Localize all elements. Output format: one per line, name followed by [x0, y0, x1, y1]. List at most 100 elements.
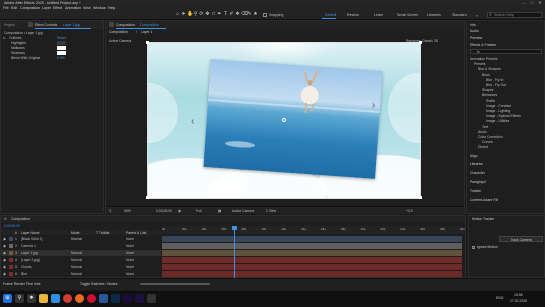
premiere-icon[interactable]: [123, 294, 132, 303]
effects-tree-item[interactable]: Text: [482, 125, 488, 129]
playhead[interactable]: [234, 226, 235, 278]
layer-label-color[interactable]: [9, 251, 13, 255]
breadcrumb-composition[interactable]: Composition: [109, 30, 128, 34]
snapshot-icon[interactable]: ◉: [178, 209, 181, 213]
menu-view[interactable]: View: [83, 6, 91, 10]
track-camera-button[interactable]: Track Camera: [499, 236, 543, 242]
text-icon[interactable]: T: [223, 12, 228, 17]
layer-label-color[interactable]: [9, 265, 13, 269]
playhead-handle[interactable]: [232, 226, 237, 230]
effects-tree-item[interactable]: Image - Special Effects: [486, 114, 521, 118]
clone-icon[interactable]: ❖: [235, 12, 240, 17]
tab-preview[interactable]: Preview: [470, 36, 482, 40]
chrome-icon[interactable]: [63, 294, 72, 303]
brush-icon[interactable]: ✐: [229, 12, 234, 17]
viewer-timecode[interactable]: 0;00;05;00: [156, 209, 172, 213]
timeline-tab[interactable]: Composition: [11, 217, 30, 221]
firefox-icon[interactable]: [75, 294, 84, 303]
eraser-icon[interactable]: ⌫: [241, 12, 248, 17]
effect-reset-button[interactable]: Reset: [57, 36, 66, 40]
layer-name[interactable]: Layer 1.jpg: [21, 251, 38, 255]
effects-search-input[interactable]: fx: [470, 49, 542, 54]
effects-tree-item[interactable]: Distort: [478, 145, 488, 149]
section-character[interactable]: Character: [470, 171, 485, 175]
layer-name[interactable]: [Black Solid 1]: [21, 237, 43, 241]
effects-tree-item[interactable]: Image - Creative: [486, 104, 511, 108]
blend-value[interactable]: 0.0%: [57, 56, 65, 60]
layer-name[interactable]: Camera 1: [21, 244, 36, 248]
menu-edit[interactable]: Edit: [11, 6, 17, 10]
layer-mode-select[interactable]: Normal: [71, 258, 82, 262]
ignore-checkbox[interactable]: [472, 246, 475, 249]
photo-layer[interactable]: [203, 59, 383, 179]
close-icon[interactable]: ✕: [4, 217, 7, 221]
timeline-layer-row[interactable]: ◉ 1 [Black Solid 1] Normal None: [1, 236, 161, 242]
clock-time[interactable]: 19:06: [514, 293, 523, 297]
zoom-select[interactable]: 50%: [124, 209, 131, 213]
workspace-learn[interactable]: Learn: [374, 13, 383, 17]
roto-icon[interactable]: ✎: [247, 12, 252, 17]
layer-mode-select[interactable]: Normal: [71, 237, 82, 241]
visibility-eye-icon[interactable]: ◉: [3, 244, 6, 248]
visibility-eye-icon[interactable]: ◉: [3, 272, 6, 276]
effect-lock-icon[interactable]: [28, 22, 33, 27]
layer-duration-bar[interactable]: [162, 243, 462, 249]
visibility-eye-icon[interactable]: ◉: [3, 237, 6, 241]
workspace-libraries[interactable]: Libraries: [427, 13, 441, 17]
home-icon[interactable]: ⌂: [175, 12, 180, 17]
layer-duration-bar[interactable]: [162, 236, 462, 242]
windows-icon[interactable]: ⊞: [3, 294, 12, 303]
zoom-slider[interactable]: [140, 283, 210, 285]
workspace-overflow-icon[interactable]: »: [476, 13, 478, 18]
effects-tree-item[interactable]: Audio: [478, 130, 487, 134]
layer-parent-select[interactable]: None: [126, 272, 134, 276]
layer-name[interactable]: Clouds: [21, 265, 32, 269]
rectangle-icon[interactable]: □: [211, 12, 216, 17]
layer-parent-select[interactable]: None: [126, 258, 134, 262]
tab-audio[interactable]: Audio: [470, 29, 479, 33]
explorer-icon[interactable]: [39, 294, 48, 303]
section-libraries[interactable]: Libraries: [470, 162, 483, 166]
effects-tree-item[interactable]: Image - Lighting: [486, 109, 510, 113]
col-mode[interactable]: Mode: [71, 231, 79, 235]
tab-composition[interactable]: Composition: [116, 23, 135, 27]
comp-tab-name[interactable]: Composition: [140, 23, 159, 27]
effects-tree-item[interactable]: Blurs: [482, 73, 490, 77]
workspace-review[interactable]: Review: [347, 13, 359, 17]
corner-handle[interactable]: [419, 196, 422, 199]
menu-effect[interactable]: Effect: [53, 6, 62, 10]
menu-layer[interactable]: Layer: [42, 6, 51, 10]
layer-duration-bar[interactable]: [162, 271, 462, 277]
edge-icon[interactable]: [51, 294, 60, 303]
visibility-eye-icon[interactable]: ◉: [3, 251, 6, 255]
search-help-input[interactable]: ⚲ Search Help: [487, 12, 542, 18]
task-view-icon[interactable]: ❖: [27, 294, 36, 303]
zoom-icon[interactable]: ⚲: [193, 12, 198, 17]
tab-effect-controls[interactable]: Effect Controls: [35, 23, 57, 27]
hand-icon[interactable]: ✋: [187, 12, 193, 17]
layer-duration-bar[interactable]: [162, 264, 462, 270]
col-trkmat[interactable]: T TrkMat: [96, 231, 109, 235]
col-layer-name[interactable]: Layer Name: [21, 231, 39, 235]
lang-indicator[interactable]: ENG: [496, 296, 503, 300]
selection-icon[interactable]: ➤: [181, 12, 186, 17]
orbit-icon[interactable]: ⟳: [199, 12, 204, 17]
anchor-point-icon[interactable]: [282, 118, 286, 122]
clock-date[interactable]: 17.02.2025: [510, 299, 527, 303]
chevron-left-icon[interactable]: ‹: [191, 117, 194, 127]
timeline-layer-row[interactable]: ◉ 2 Camera 1 None: [1, 243, 161, 249]
opera-icon[interactable]: [87, 294, 96, 303]
after-effects-icon[interactable]: [135, 294, 144, 303]
menu-file[interactable]: File: [3, 6, 9, 10]
view-select[interactable]: Active Camera: [232, 209, 254, 213]
midtones-color-swatch[interactable]: [57, 46, 66, 50]
pan-icon[interactable]: ✥: [205, 12, 210, 17]
visibility-eye-icon[interactable]: ◉: [3, 258, 6, 262]
effects-tree-item[interactable]: Presets: [474, 62, 486, 66]
layer-mode-select[interactable]: Normal: [71, 272, 82, 276]
highlights-color-swatch[interactable]: [57, 41, 66, 45]
magnification-icon[interactable]: ⚲: [109, 209, 111, 213]
timeline-layer-row[interactable]: ◉ 6 Blur Normal None: [1, 271, 161, 277]
time-ruler[interactable]: 0s 02s 04s 06s 08s 10s 12s 14s 16s 18s 20s 22s 24s 26…: [162, 226, 465, 234]
effects-tree-item[interactable]: Blur - Fly Out: [486, 83, 506, 87]
